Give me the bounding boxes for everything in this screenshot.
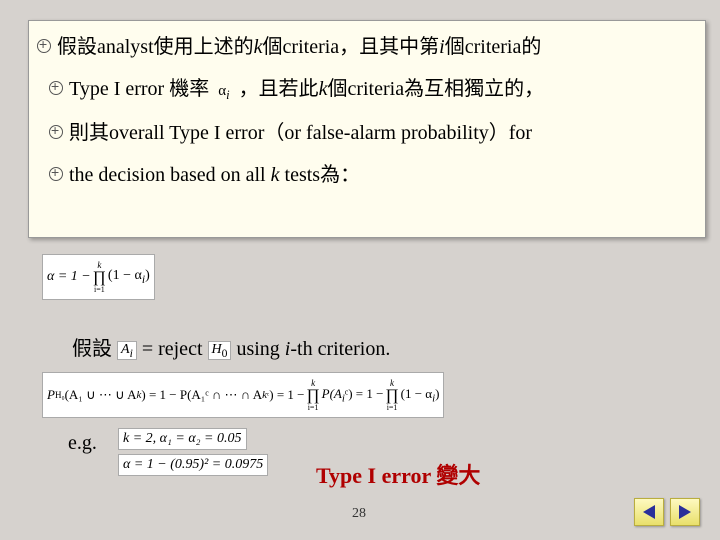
sub: 0 [222, 346, 228, 359]
pi-icon: ∏ [385, 388, 398, 404]
bullet-icon [47, 123, 63, 139]
eg-formula-1: k = 2, α₁ = α₂ = 0.05 [118, 428, 247, 450]
close: ) [145, 268, 150, 283]
var-k: k [254, 36, 263, 58]
arrow-right-icon [679, 505, 691, 519]
conclusion-text: Type I error 變大 [316, 458, 480, 490]
rhs: (1 − αi) [108, 268, 150, 286]
text: tests為： [280, 164, 361, 186]
text: 則其overall Type I error（or false-alarm pr… [69, 119, 532, 147]
prev-button[interactable] [634, 498, 664, 526]
mid: ) = 1 − P(A₁ᶜ ∩ ⋯ ∩ A [141, 387, 262, 403]
bullet-icon [47, 79, 63, 95]
line-2: Type I error 機率 αi ，且若此k個criteria為互相獨立的， [47, 75, 695, 105]
text: 個criteria，且其中第 [263, 36, 440, 58]
text: k = 2, α₁ = α₂ = 0.05 [123, 431, 242, 447]
PAi: P(Aiᶜ) = 1 − [322, 386, 384, 405]
text: 個criteria為互相獨立的， [327, 78, 544, 100]
alpha-i: αi [218, 81, 229, 105]
bot: i=1 [308, 404, 319, 412]
product-symbol: k ∏ i=1 [306, 379, 319, 412]
Ai-box: Ai [117, 341, 137, 361]
lhs: α = 1 − [47, 269, 91, 285]
product-symbol: k ∏ i=1 [93, 261, 106, 294]
t: (1 − α [401, 386, 432, 401]
arrow-left-icon [643, 505, 655, 519]
eg-formula-2: α = 1 − (0.95)² = 0.0975 [118, 454, 268, 476]
tail: (1 − αi) [401, 386, 440, 405]
line-3: 則其overall Type I error（or false-alarm pr… [47, 119, 695, 147]
A: A [121, 342, 130, 357]
close: ) [435, 386, 439, 401]
bullet-icon [35, 37, 51, 53]
text: 假設analyst使用上述的 [57, 36, 254, 58]
var-k: k [271, 164, 280, 186]
formula-probability: PH₀ (A₁ ∪ ⋯ ∪ Ak ) = 1 − P(A₁ᶜ ∩ ⋯ ∩ Akᶜ… [42, 372, 444, 418]
eg-label: e.g. [68, 432, 97, 455]
eq: ) = 1 − [269, 387, 304, 403]
text: α = 1 − (0.95)² = 0.0975 [123, 457, 263, 473]
text: ，且若此 [239, 78, 319, 100]
cp: ᶜ) = 1 − [345, 386, 384, 401]
next-button[interactable] [670, 498, 700, 526]
assume-line: 假設 Ai = reject H0 using i -th criterion. [72, 332, 390, 361]
product-symbol: k ∏ i=1 [385, 379, 398, 412]
sub: i [130, 346, 133, 359]
nav-buttons [634, 498, 700, 526]
main-text-box: 假設analyst使用上述的k個criteria，且其中第i個criteria的… [28, 20, 706, 238]
text: Type I error 機率 [69, 78, 209, 100]
text: 個criteria的 [445, 36, 542, 58]
text: the decision based on all [69, 164, 271, 186]
P: P [47, 387, 55, 403]
text: using [236, 338, 284, 360]
pi-icon: ∏ [93, 270, 106, 286]
line-4: the decision based on all k tests為： [47, 161, 695, 189]
paren: (1 − α [108, 268, 142, 283]
sub: H₀ [55, 390, 65, 400]
sub-i: i [226, 88, 229, 102]
H0-box: H0 [208, 341, 232, 361]
line-1: 假設analyst使用上述的k個criteria，且其中第i個criteria的 [35, 33, 695, 61]
text: 假設 [72, 338, 112, 360]
p: P(A [322, 386, 342, 401]
bullet-icon [47, 165, 63, 181]
formula-alpha: α = 1 − k ∏ i=1 (1 − αi) [42, 254, 155, 300]
page-number: 28 [352, 506, 366, 522]
prod-bot: i=1 [94, 286, 105, 294]
alpha: α [218, 83, 226, 99]
paren: (A₁ ∪ ⋯ ∪ A [65, 387, 137, 403]
pi-icon: ∏ [306, 388, 319, 404]
text: = reject [142, 338, 208, 360]
text: -th criterion. [290, 338, 390, 360]
H: H [212, 342, 222, 357]
bot: i=1 [387, 404, 398, 412]
